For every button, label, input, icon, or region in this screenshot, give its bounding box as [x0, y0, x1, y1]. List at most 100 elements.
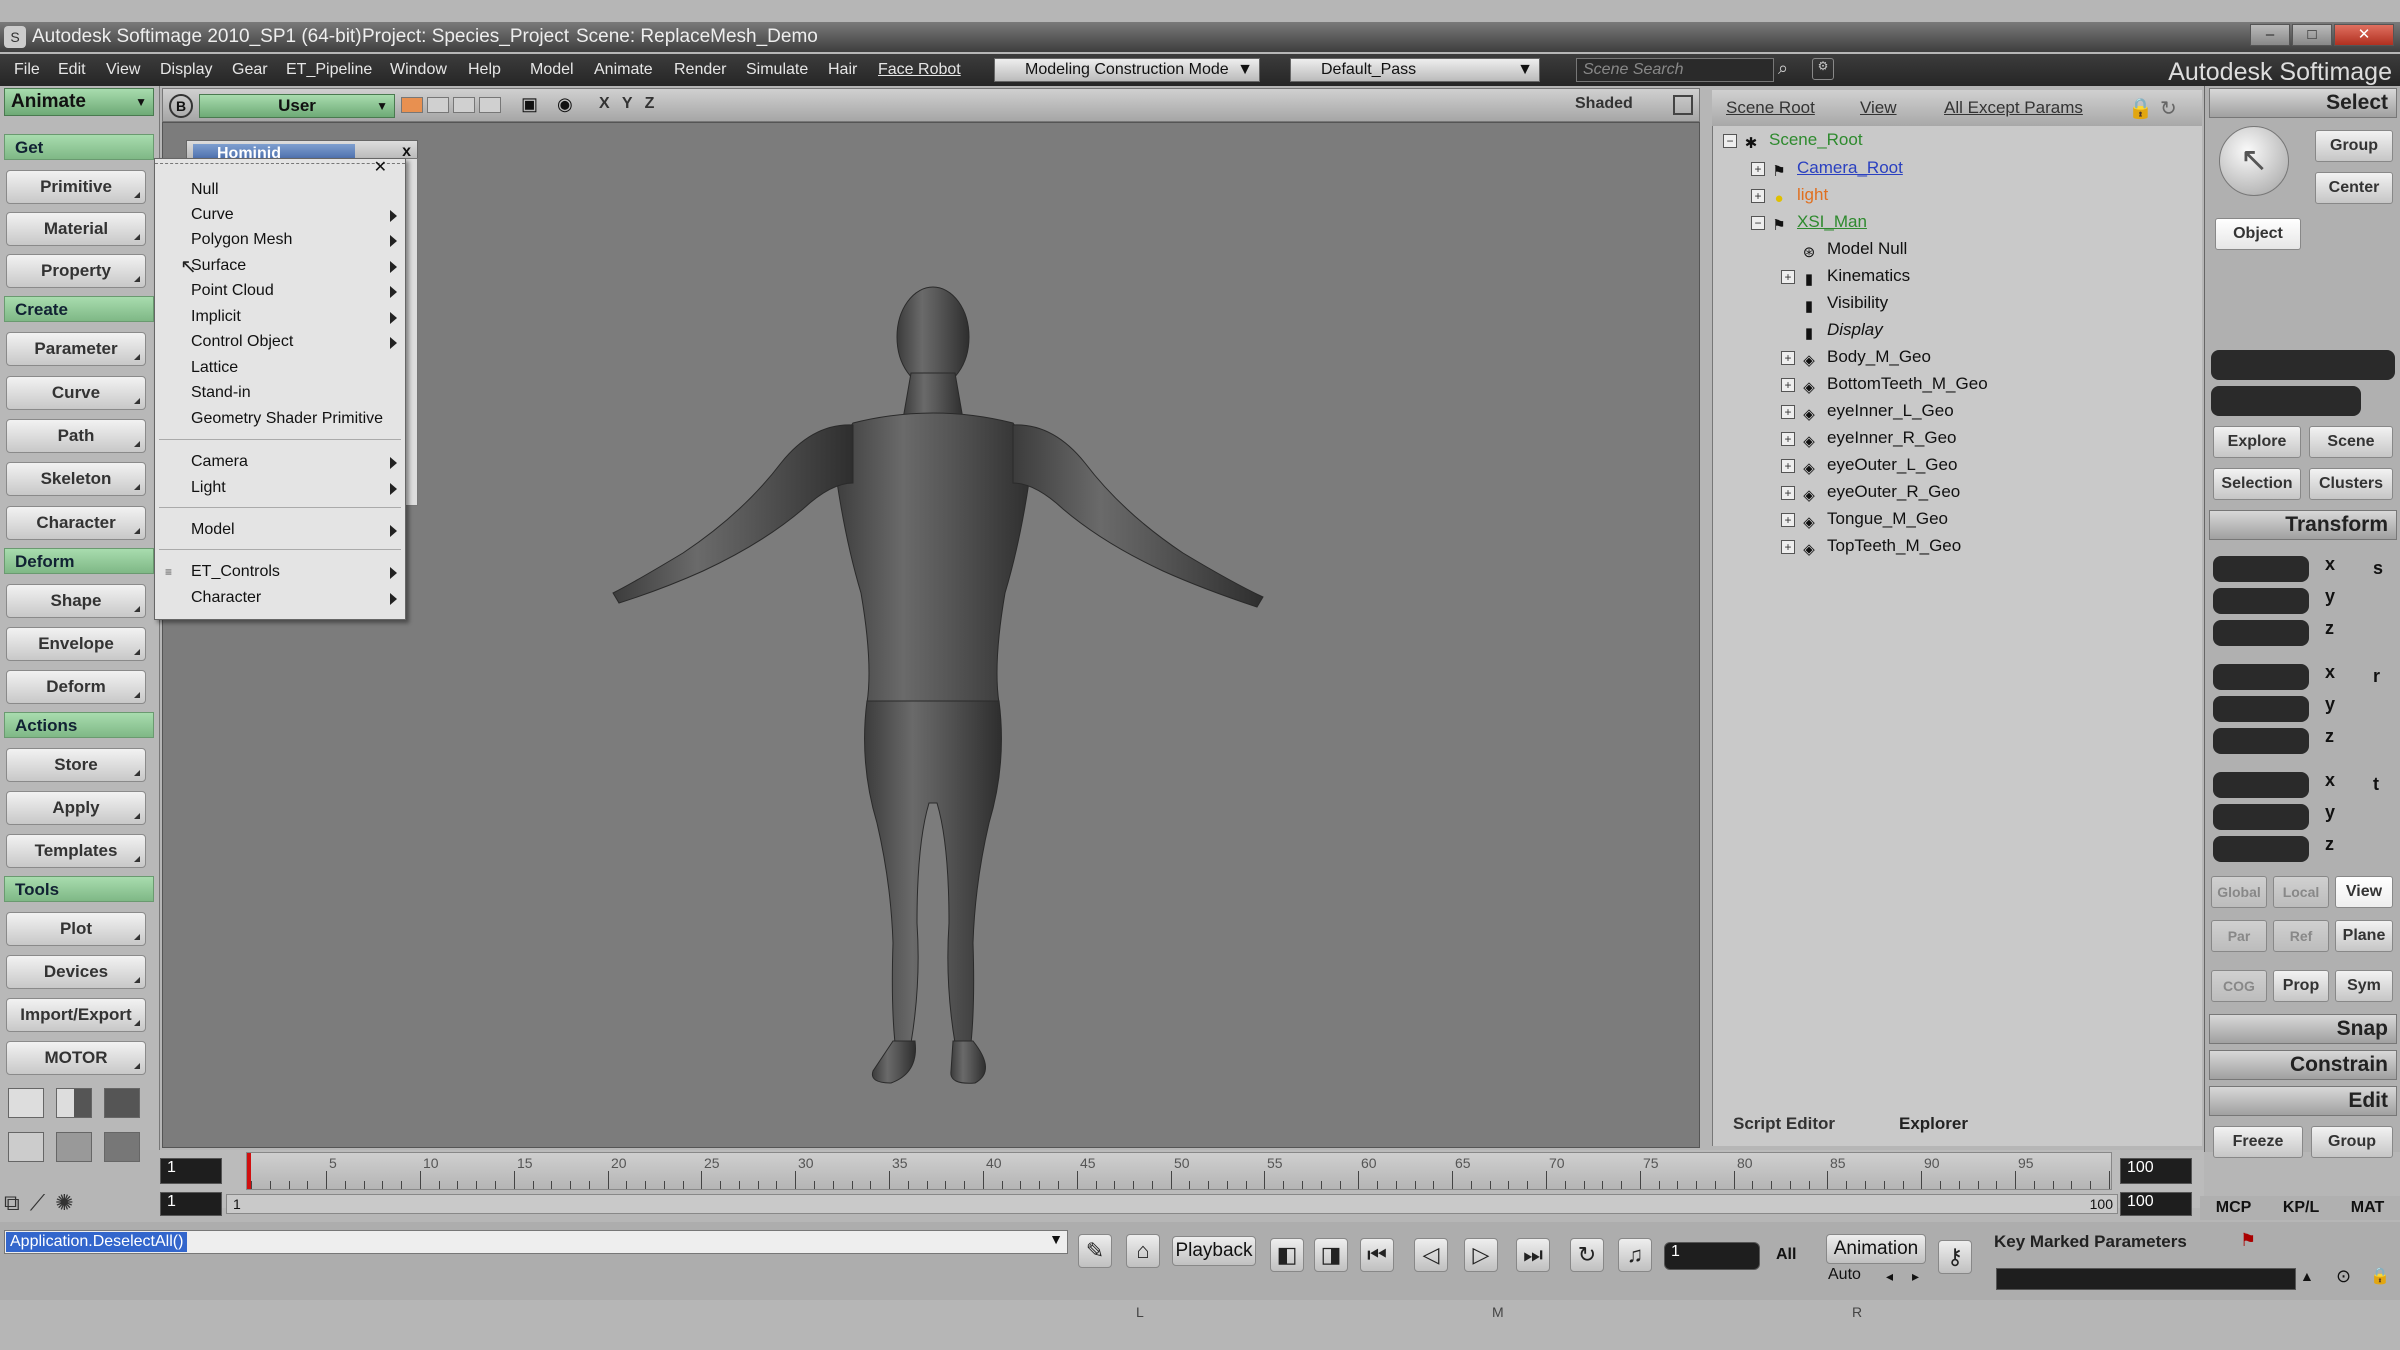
- expand-icon[interactable]: +: [1781, 513, 1795, 527]
- translation-z-field[interactable]: [2213, 836, 2309, 862]
- explorer-scope-dropdown[interactable]: Scene Root: [1726, 98, 1815, 118]
- rotation-z-field[interactable]: [2213, 728, 2309, 754]
- tree-item-eyeouter-l-geo[interactable]: ◈ eyeOuter_L_Geo: [1799, 455, 1957, 477]
- minimize-button[interactable]: –: [2250, 24, 2290, 46]
- motor-button[interactable]: MOTOR: [6, 1041, 146, 1075]
- render-pass-dropdown[interactable]: Default_Pass ▼: [1290, 58, 1540, 82]
- menu-gear[interactable]: Gear: [232, 61, 268, 79]
- goto-start-icon[interactable]: ⏮: [1360, 1238, 1394, 1272]
- select-arrow-icon[interactable]: ↖: [2219, 126, 2289, 196]
- camera-icon[interactable]: ▣: [521, 94, 545, 116]
- expand-icon[interactable]: +: [1751, 189, 1765, 203]
- global-button[interactable]: Global: [2211, 876, 2267, 908]
- layout-alt-icon[interactable]: [8, 1132, 44, 1162]
- devices-button[interactable]: Devices: [6, 955, 146, 989]
- sym-button[interactable]: Sym: [2335, 970, 2393, 1002]
- maximize-button[interactable]: □: [2292, 24, 2332, 46]
- goto-end-icon[interactable]: ⏭: [1516, 1238, 1550, 1272]
- cog-button[interactable]: COG: [2211, 970, 2267, 1002]
- viewport-letter-badge[interactable]: B: [169, 94, 193, 118]
- maximize-viewport-icon[interactable]: [1673, 95, 1693, 115]
- section-snap[interactable]: Snap: [2209, 1014, 2397, 1044]
- prop-button[interactable]: Prop: [2273, 970, 2329, 1002]
- expand-icon[interactable]: +: [1781, 540, 1795, 554]
- menu-item-control-object[interactable]: Control Object: [191, 333, 293, 351]
- character-button[interactable]: Character: [6, 506, 146, 540]
- paint-tool-icon[interactable]: ✺: [55, 1190, 73, 1220]
- tree-item-bottomteeth-m-geo[interactable]: ◈ BottomTeeth_M_Geo: [1799, 374, 1987, 396]
- section-tools[interactable]: Tools: [4, 876, 154, 902]
- primitive-button[interactable]: Primitive: [6, 170, 146, 204]
- expand-icon[interactable]: +: [1781, 351, 1795, 365]
- tab-script-editor[interactable]: Script Editor: [1733, 1114, 1835, 1134]
- selection-field[interactable]: [2211, 350, 2395, 380]
- view-button[interactable]: View: [2335, 876, 2393, 908]
- center-button[interactable]: Center: [2315, 172, 2393, 204]
- parameter-button[interactable]: Parameter: [6, 332, 146, 366]
- section-actions[interactable]: Actions: [4, 712, 154, 738]
- menu-animate[interactable]: Animate: [594, 61, 653, 79]
- menu-item-et-controls[interactable]: ET_Controls: [191, 563, 280, 581]
- menu-model[interactable]: Model: [530, 61, 574, 79]
- timeline-ruler[interactable]: 5 10 15 20 25 30 35 40 45 50 55 60 65 70 75 80 85 90 95: [246, 1152, 2112, 1190]
- envelope-button[interactable]: Envelope: [6, 627, 146, 661]
- ref-button[interactable]: Ref: [2273, 920, 2329, 952]
- menu-item-surface[interactable]: Surface: [191, 257, 246, 275]
- group-button[interactable]: Group: [2315, 130, 2393, 162]
- axis-y-label[interactable]: y: [2325, 694, 2335, 715]
- scene-search-input[interactable]: Scene Search: [1576, 58, 1774, 82]
- camera-dropdown[interactable]: User ▼: [199, 94, 395, 118]
- apply-button[interactable]: Apply: [6, 791, 146, 825]
- viewport-option-icon[interactable]: [479, 97, 501, 113]
- explorer-filter-dropdown[interactable]: All Except Params: [1944, 98, 2083, 118]
- viewport-option-icon[interactable]: [453, 97, 475, 113]
- axis-z-label[interactable]: z: [2325, 834, 2334, 855]
- tab-explorer[interactable]: Explorer: [1899, 1114, 1968, 1134]
- chevron-up-icon[interactable]: ▲: [2300, 1268, 2314, 1284]
- layout-single-icon[interactable]: [104, 1132, 140, 1162]
- rotation-x-field[interactable]: [2213, 664, 2309, 690]
- last-frame-icon[interactable]: ◨: [1314, 1238, 1348, 1272]
- import-export-button[interactable]: Import/Export: [6, 998, 146, 1032]
- key-set-field[interactable]: [1996, 1268, 2296, 1290]
- timeline-end-field[interactable]: 100: [2120, 1158, 2192, 1184]
- translation-toggle[interactable]: t: [2373, 774, 2379, 795]
- key-marked-parameters-button[interactable]: Key Marked Parameters: [1994, 1232, 2187, 1252]
- clusters-button[interactable]: Clusters: [2309, 468, 2393, 500]
- scale-x-field[interactable]: [2213, 556, 2309, 582]
- tree-item-eyeinner-r-geo[interactable]: ◈ eyeInner_R_Geo: [1799, 428, 1956, 450]
- deform-button[interactable]: Deform: [6, 670, 146, 704]
- freeze-button[interactable]: Freeze: [2213, 1126, 2303, 1158]
- menu-item-stand-in[interactable]: Stand-in: [191, 384, 251, 402]
- module-selector[interactable]: Animate ▼: [4, 88, 154, 116]
- skeleton-button[interactable]: Skeleton: [6, 462, 146, 496]
- shape-button[interactable]: Shape: [6, 584, 146, 618]
- tree-item-visibility[interactable]: ▮ Visibility: [1799, 293, 1888, 315]
- store-button[interactable]: Store: [6, 748, 146, 782]
- scene-button[interactable]: Scene: [2309, 426, 2393, 458]
- shading-dropdown[interactable]: Shaded: [1575, 95, 1633, 113]
- collapse-icon[interactable]: −: [1751, 216, 1765, 230]
- layout-quad-icon[interactable]: [8, 1088, 44, 1118]
- menu-item-character[interactable]: Character: [191, 589, 261, 607]
- mcp-tab[interactable]: MCP: [2216, 1196, 2252, 1220]
- tear-off-line[interactable]: [155, 163, 405, 164]
- par-button[interactable]: Par: [2211, 920, 2267, 952]
- section-transform[interactable]: Transform: [2209, 510, 2397, 540]
- section-edit[interactable]: Edit: [2209, 1086, 2397, 1116]
- selection-button[interactable]: Selection: [2213, 468, 2301, 500]
- range-slider[interactable]: 1 100: [226, 1194, 2118, 1214]
- menu-item-lattice[interactable]: Lattice: [191, 359, 238, 377]
- templates-button[interactable]: Templates: [6, 834, 146, 868]
- menu-file[interactable]: File: [14, 61, 40, 79]
- scale-z-field[interactable]: [2213, 620, 2309, 646]
- timeline-start-field[interactable]: 1: [160, 1158, 222, 1184]
- menu-edit[interactable]: Edit: [58, 61, 86, 79]
- material-button[interactable]: Material: [6, 212, 146, 246]
- script-icon[interactable]: ✎: [1078, 1234, 1112, 1268]
- tree-item-eyeinner-l-geo[interactable]: ◈ eyeInner_L_Geo: [1799, 401, 1953, 423]
- close-button[interactable]: ✕: [2334, 24, 2394, 46]
- first-frame-icon[interactable]: ◧: [1270, 1238, 1304, 1272]
- eye-icon[interactable]: ◉: [557, 94, 581, 116]
- object-button[interactable]: Object: [2215, 218, 2301, 250]
